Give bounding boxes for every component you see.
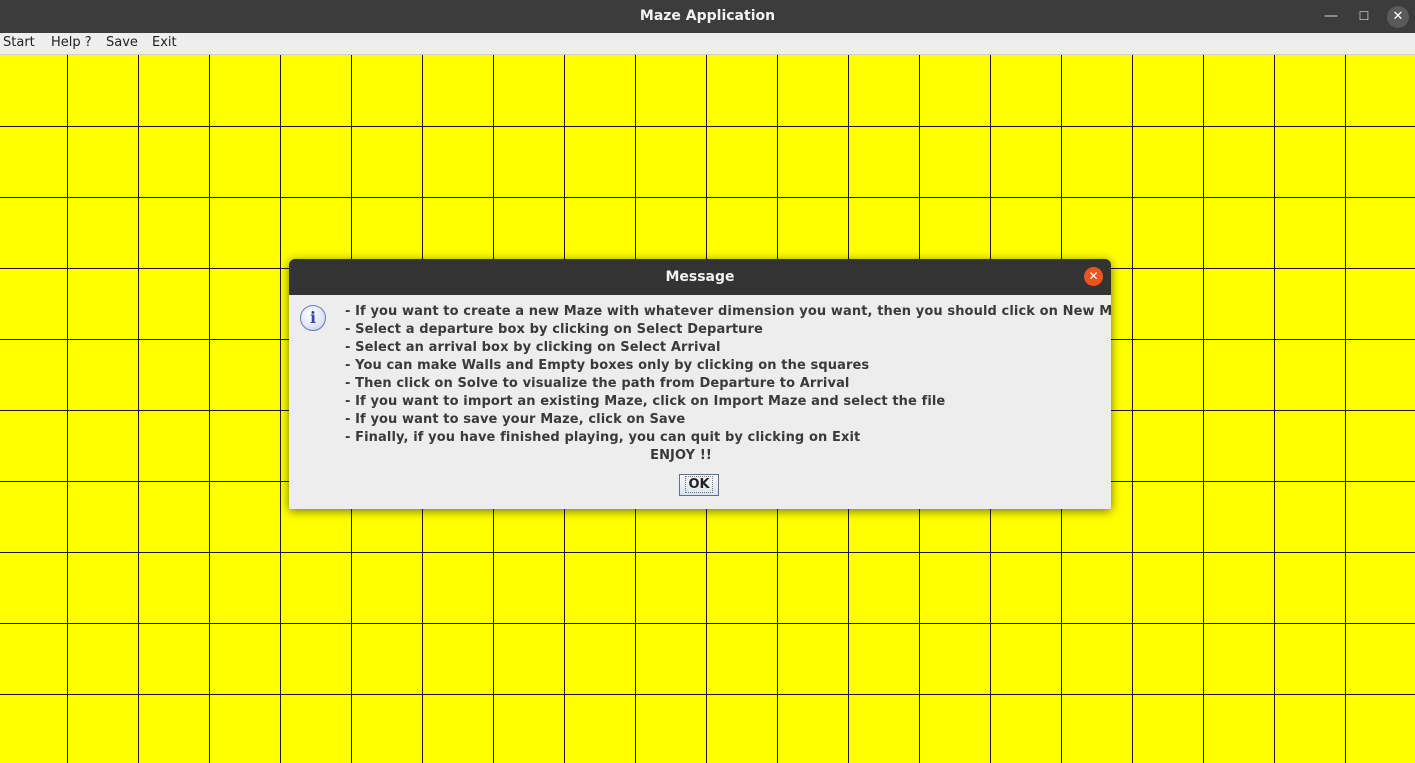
grid-line-vertical xyxy=(1345,55,1346,763)
enjoy-text: ENJOY !! xyxy=(650,448,712,463)
message-line: - Select a departure box by clicking on … xyxy=(345,322,763,337)
message-dialog: Message ✕ i - If you want to create a ne… xyxy=(289,259,1111,509)
grid-line-vertical xyxy=(67,55,68,763)
grid-line-vertical xyxy=(1274,55,1275,763)
menu-save[interactable]: Save xyxy=(106,33,138,54)
grid-line-horizontal xyxy=(0,694,1415,695)
message-line: - If you want to create a new Maze with … xyxy=(345,304,1111,319)
message-line: - Then click on Solve to visualize the p… xyxy=(345,376,850,391)
message-line: - You can make Walls and Empty boxes onl… xyxy=(345,358,870,373)
window-close-button[interactable]: ✕ xyxy=(1387,6,1409,28)
message-line: - If you want to import an existing Maze… xyxy=(345,394,946,409)
menu-start[interactable]: Start xyxy=(3,33,35,54)
info-icon: i xyxy=(300,305,326,331)
grid-line-horizontal xyxy=(0,126,1415,127)
menu-exit[interactable]: Exit xyxy=(152,33,177,54)
dialog-title: Message xyxy=(665,269,735,285)
grid-line-vertical xyxy=(280,55,281,763)
window-title: Maze Application xyxy=(639,8,776,24)
dialog-close-button[interactable]: ✕ xyxy=(1084,267,1103,286)
grid-line-horizontal xyxy=(0,552,1415,553)
ok-button[interactable]: OK xyxy=(679,474,719,496)
dialog-message: - If you want to create a new Maze with … xyxy=(345,303,1111,465)
grid-line-vertical xyxy=(138,55,139,763)
message-line: - If you want to save your Maze, click o… xyxy=(345,412,686,427)
dialog-title-bar[interactable]: Message ✕ xyxy=(289,259,1111,295)
message-line: - Finally, if you have finished playing,… xyxy=(345,430,861,445)
message-line: - Select an arrival box by clicking on S… xyxy=(345,340,721,355)
grid-line-horizontal xyxy=(0,197,1415,198)
minimize-button[interactable]: — xyxy=(1320,6,1342,28)
grid-line-vertical xyxy=(1203,55,1204,763)
title-bar[interactable]: Maze Application — ☐ ✕ xyxy=(0,0,1415,33)
maze-application-window: Maze Application — ☐ ✕ Start Help ? Save… xyxy=(0,0,1415,763)
grid-line-vertical xyxy=(1132,55,1133,763)
maximize-button[interactable]: ☐ xyxy=(1353,6,1375,28)
ok-button-label: OK xyxy=(685,476,713,493)
menu-bar: Start Help ? Save Exit xyxy=(0,33,1415,55)
grid-line-horizontal xyxy=(0,623,1415,624)
menu-help[interactable]: Help ? xyxy=(51,33,92,54)
grid-line-vertical xyxy=(209,55,210,763)
